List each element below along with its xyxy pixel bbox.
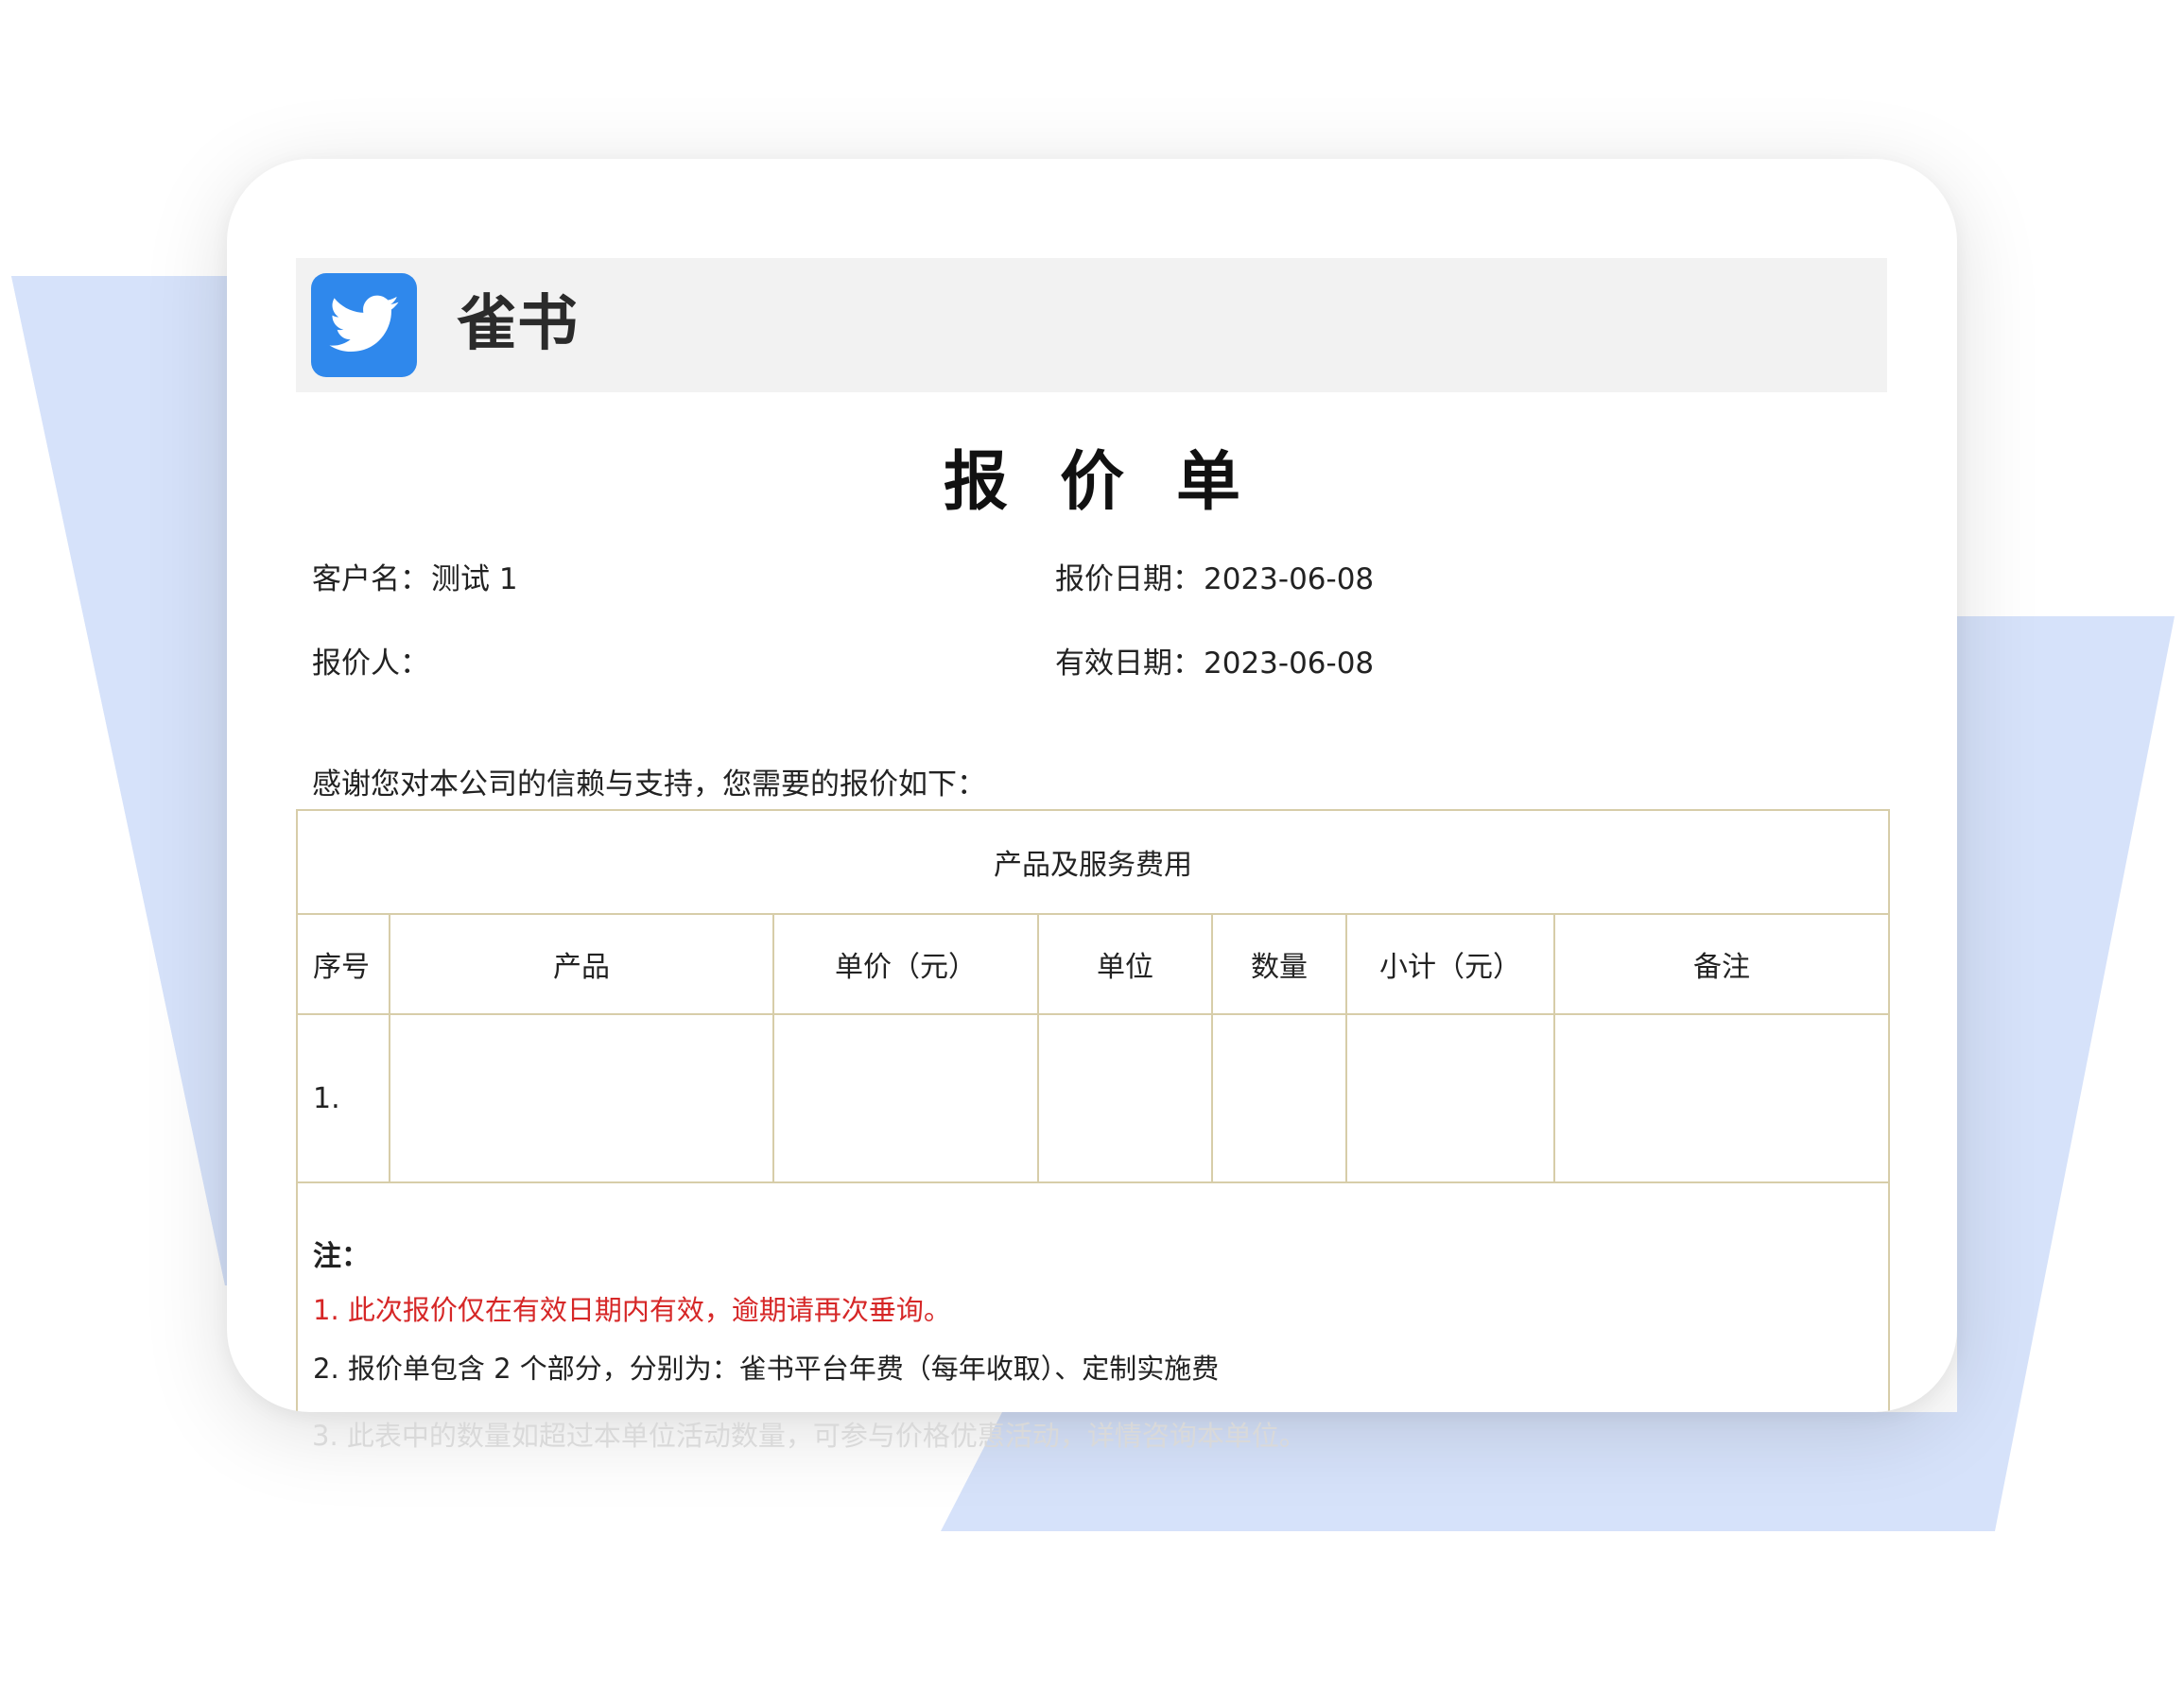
- quote-date-value: 2023-06-08: [1204, 562, 1375, 596]
- column-header: 序号: [296, 913, 390, 1015]
- quote-table: 产品及服务费用 序号 产品 单价（元） 单位 数量 小计（元） 备注 1. 注：…: [295, 809, 1891, 1412]
- table-cell: [1037, 1013, 1213, 1183]
- intro-text: 感谢您对本公司的信赖与支持，您需要的报价如下：: [312, 767, 986, 802]
- customer-label: 客户名：: [312, 562, 429, 596]
- brand-name: 雀书: [457, 289, 578, 359]
- customer-field: 客户名：测试 1: [312, 560, 518, 598]
- quote-date-label: 报价日期：: [1055, 562, 1202, 596]
- column-header: 产品: [389, 913, 774, 1015]
- note-item: 2. 报价单包含 2 个部分，分别为：雀书平台年费（每年收取）、定制实施费: [313, 1353, 1220, 1385]
- note-item-faded: 3. 此表中的数量如超过本单位活动数量，可参与价格优惠活动，详情咨询本单位。: [312, 1420, 1307, 1452]
- valid-date-label: 有效日期：: [1055, 647, 1202, 681]
- table-row: 1.: [296, 1013, 1891, 1183]
- table-cell: [389, 1013, 774, 1183]
- note-item: 1. 此次报价仅在有效日期内有效，逾期请再次垂询。: [313, 1294, 951, 1326]
- column-header: 数量: [1211, 913, 1347, 1015]
- table-header-row: 序号 产品 单价（元） 单位 数量 小计（元） 备注: [296, 913, 1891, 1015]
- valid-date-field: 有效日期：2023-06-08: [1055, 645, 1374, 682]
- brand-header: 雀书: [296, 258, 1887, 392]
- table-title: 产品及服务费用: [295, 809, 1891, 915]
- table-cell: 1.: [296, 1013, 390, 1183]
- column-header: 备注: [1552, 913, 1891, 1015]
- quote-document-card: 雀书 报价单 客户名：测试 1 报价日期：2023-06-08 报价人： 有效日…: [227, 159, 1957, 1412]
- quote-date-field: 报价日期：2023-06-08: [1055, 560, 1374, 598]
- notes-heading: 注：: [313, 1240, 370, 1273]
- quoter-field: 报价人：: [312, 645, 431, 682]
- document-title: 报价单: [943, 445, 1292, 520]
- column-header: 单位: [1037, 913, 1213, 1015]
- table-cell: [1345, 1013, 1555, 1183]
- notes-cell: 注： 1. 此次报价仅在有效日期内有效，逾期请再次垂询。 2. 报价单包含 2 …: [295, 1181, 1891, 1412]
- valid-date-value: 2023-06-08: [1204, 647, 1375, 681]
- notes-row: 注： 1. 此次报价仅在有效日期内有效，逾期请再次垂询。 2. 报价单包含 2 …: [295, 1181, 1891, 1412]
- bird-icon: [311, 273, 417, 377]
- table-cell: [1552, 1013, 1891, 1183]
- table-cell: [1211, 1013, 1347, 1183]
- column-header: 单价（元）: [772, 913, 1039, 1015]
- customer-value: 测试 1: [431, 562, 518, 596]
- quoter-label: 报价人：: [312, 647, 429, 681]
- table-cell: [772, 1013, 1039, 1183]
- column-header: 小计（元）: [1345, 913, 1555, 1015]
